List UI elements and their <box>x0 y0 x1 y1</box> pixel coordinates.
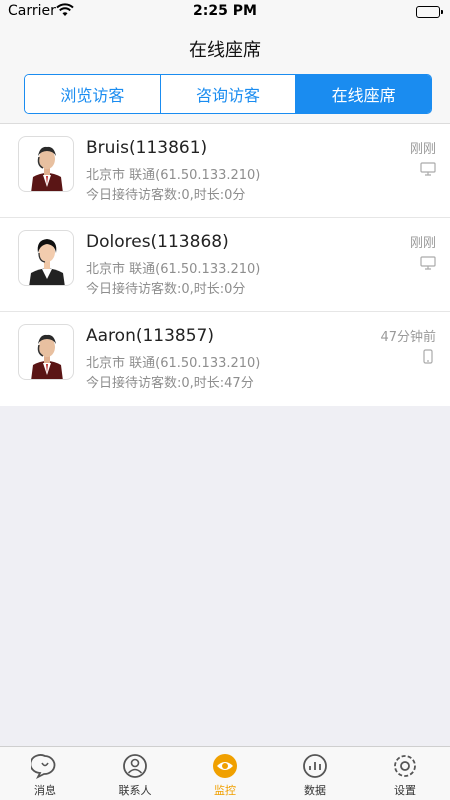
tab-data[interactable]: 数据 <box>270 747 360 800</box>
tab-label: 设置 <box>394 784 416 797</box>
settings-icon <box>394 755 416 777</box>
avatar <box>18 324 74 380</box>
last-active-time: 刚刚 <box>409 236 436 251</box>
tab-monitor[interactable]: 监控 <box>180 747 270 800</box>
monitor-eye-icon <box>213 754 237 778</box>
tab-label: 监控 <box>214 784 236 797</box>
last-active-time: 47分钟前 <box>380 330 436 345</box>
desktop-icon <box>420 161 436 176</box>
last-active-time: 刚刚 <box>409 142 436 157</box>
tab-label: 联系人 <box>118 784 152 797</box>
contacts-icon <box>123 754 147 778</box>
segmented-control: 浏览访客 咨询访客 在线座席 <box>24 74 432 114</box>
battery-icon <box>416 6 443 18</box>
tab-label: 消息 <box>34 784 56 797</box>
segment-consult-visitors[interactable]: 咨询访客 <box>160 75 297 113</box>
agent-name: Aaron(113857) <box>86 326 214 346</box>
agent-stats: 今日接待访客数:0,时长:47分 <box>86 376 254 391</box>
agent-row[interactable]: Dolores(113868) 北京市 联通(61.50.133.210) 今日… <box>0 218 450 312</box>
agent-location: 北京市 联通(61.50.133.210) <box>86 356 261 371</box>
agent-list: Bruis(113861) 北京市 联通(61.50.133.210) 今日接待… <box>0 124 450 406</box>
agent-row[interactable]: Aaron(113857) 北京市 联通(61.50.133.210) 今日接待… <box>0 312 450 406</box>
segment-browse-visitors[interactable]: 浏览访客 <box>25 75 161 113</box>
tab-contacts[interactable]: 联系人 <box>90 747 180 800</box>
agent-stats: 今日接待访客数:0,时长:0分 <box>86 282 246 297</box>
tab-settings[interactable]: 设置 <box>360 747 450 800</box>
data-icon <box>303 754 327 778</box>
tab-bar: 消息 联系人 监控 数据 设置 <box>0 746 450 800</box>
status-bar: Carrier 2:25 PM <box>0 0 450 24</box>
page-title: 在线座席 <box>189 40 261 61</box>
agent-stats: 今日接待访客数:0,时长:0分 <box>86 188 246 203</box>
agent-row[interactable]: Bruis(113861) 北京市 联通(61.50.133.210) 今日接待… <box>0 124 450 218</box>
clock: 2:25 PM <box>193 3 257 19</box>
agent-location: 北京市 联通(61.50.133.210) <box>86 262 261 277</box>
agent-location: 北京市 联通(61.50.133.210) <box>86 168 261 183</box>
chat-bubble-icon <box>31 754 56 780</box>
avatar <box>18 230 74 286</box>
desktop-icon <box>420 255 436 270</box>
tab-messages[interactable]: 消息 <box>0 747 90 800</box>
avatar <box>18 136 74 192</box>
navigation-bar: 在线座席 浏览访客 咨询访客 在线座席 <box>0 24 450 124</box>
agent-name: Bruis(113861) <box>86 138 208 158</box>
mobile-icon <box>420 349 436 364</box>
agent-name: Dolores(113868) <box>86 232 229 252</box>
tab-label: 数据 <box>304 784 326 797</box>
segment-online-agents[interactable]: 在线座席 <box>296 75 431 113</box>
